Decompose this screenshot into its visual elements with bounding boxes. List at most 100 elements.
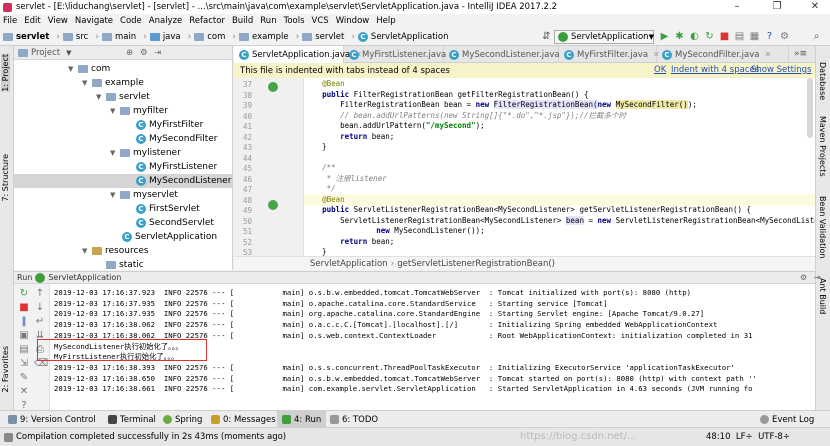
breadcrumb-servlet-pkg[interactable]: servlet — [302, 32, 344, 42]
debug-icon[interactable]: ✱ — [673, 30, 686, 44]
menu-analyze[interactable]: Analyze — [149, 16, 183, 26]
editor-breadcrumb-class[interactable]: ServletApplication — [310, 259, 388, 269]
breadcrumb-servlet[interactable]: servlet — [3, 32, 49, 42]
up-icon[interactable]: ↑ — [34, 288, 46, 300]
tool-tab-todo[interactable]: 6: TODO — [330, 411, 378, 428]
tree-node-myservlet[interactable]: ▼ myservlet — [110, 188, 178, 202]
run-config-tab[interactable]: ServletApplication — [48, 273, 121, 282]
bean-gutter-icon[interactable] — [268, 82, 278, 92]
tool-tab-favorites[interactable]: 2: Favorites — [1, 346, 10, 392]
close-button[interactable]: ✕ — [802, 0, 828, 14]
settings-icon[interactable]: ⚙ — [800, 273, 807, 282]
tool-tab-messages[interactable]: 0: Messages — [211, 411, 276, 428]
tool-tab-structure[interactable]: 7: Structure — [1, 154, 10, 202]
tool-tab-maven[interactable]: Maven Projects — [818, 116, 827, 177]
maximize-button[interactable]: ❐ — [764, 0, 790, 14]
run-icon[interactable]: ▶ — [658, 30, 671, 44]
close-icon[interactable]: ✕ — [18, 386, 30, 398]
down-icon[interactable]: ↓ — [34, 302, 46, 314]
sync-icon[interactable]: ⊕ — [126, 48, 133, 58]
coverage-icon[interactable]: ◐ — [688, 30, 701, 44]
tree-node-firstservlet[interactable]: C FirstServlet — [136, 202, 200, 216]
breadcrumb-class[interactable]: C ServletApplication — [357, 31, 449, 42]
breadcrumb-example[interactable]: example — [239, 32, 289, 42]
stop-icon[interactable]: ■ — [18, 302, 30, 314]
minimize-button[interactable]: – — [724, 0, 750, 14]
build-project-icon[interactable]: ⇵ — [540, 30, 553, 44]
search-icon[interactable]: ⌕ — [810, 30, 823, 44]
tab-myfirstlistener[interactable]: CMyFirstListener.java✕ — [344, 46, 458, 63]
tree-node-mylistener[interactable]: ▼ mylistener — [110, 146, 181, 160]
tree-node-secondservlet[interactable]: C SecondServlet — [136, 216, 214, 230]
tree-node-myfilter[interactable]: ▼ myfilter — [110, 104, 168, 118]
pin-icon[interactable]: ✎ — [18, 372, 30, 384]
banner-settings-link[interactable]: Show Settings — [751, 63, 812, 78]
tree-node-mysecondfilter[interactable]: C MySecondFilter — [136, 132, 218, 146]
close-tab-icon[interactable]: ✕ — [764, 50, 771, 59]
tree-node-resources[interactable]: ▼ resources — [82, 244, 149, 258]
menu-file[interactable]: File — [3, 16, 17, 26]
run-configuration-select[interactable]: ServletApplication ▼ — [554, 30, 654, 44]
tree-node-static[interactable]: static — [96, 258, 144, 272]
menu-code[interactable]: Code — [120, 16, 142, 26]
tool-tab-bean-validation[interactable]: Bean Validation — [818, 196, 827, 258]
stop-icon[interactable]: ■ — [718, 30, 731, 44]
tab-myfirstfilter[interactable]: C MyFirstFilter.java ✕ — [559, 46, 660, 63]
menu-view[interactable]: View — [48, 16, 68, 26]
banner-indent-link[interactable]: Indent with 4 spaces — [671, 63, 759, 78]
tab-servletapplication[interactable]: CServletApplication.java✕ — [234, 46, 362, 63]
editor-scrollbar[interactable] — [807, 78, 813, 138]
breadcrumb-main[interactable]: main — [101, 32, 136, 42]
soft-wrap-icon[interactable]: ↵ — [34, 316, 46, 328]
tree-node-servlet[interactable]: ▼ servlet — [96, 90, 150, 104]
tool-tab-terminal[interactable]: Terminal — [108, 411, 156, 428]
help-icon[interactable]: ? — [763, 30, 776, 44]
tree-node-example[interactable]: ▼ example — [82, 76, 144, 90]
layout-icon[interactable]: ▤ — [18, 344, 30, 356]
tool-tab-version-control[interactable]: 9: Version Control — [8, 411, 96, 428]
tool-tab-spring[interactable]: Spring — [163, 411, 202, 428]
tool-tab-event-log[interactable]: Event Log — [760, 411, 814, 428]
sdk-icon[interactable]: ▤ — [733, 30, 746, 44]
settings-icon[interactable]: ⚙ — [778, 30, 791, 44]
tool-tab-project[interactable]: 1: Project — [1, 54, 10, 92]
tree-node-myfirstfilter[interactable]: C MyFirstFilter — [136, 118, 203, 132]
tree-node-myfirstlistener[interactable]: C MyFirstListener — [136, 160, 217, 174]
breadcrumb-com[interactable]: com — [194, 32, 225, 42]
menu-build[interactable]: Build — [232, 16, 253, 26]
code-area[interactable]: @Bean public FilterRegistrationBean getF… — [304, 78, 815, 256]
pause-icon[interactable]: ‖ — [18, 316, 30, 328]
banner-ok-link[interactable]: OK — [654, 63, 666, 78]
editor-breadcrumb-method[interactable]: getServletListenerRegistrationBean() — [397, 259, 555, 269]
tool-tab-ant-build[interactable]: Ant Build — [818, 278, 827, 314]
status-caret-info[interactable]: 48:10 LF÷ UTF-8÷ — [706, 432, 790, 442]
tabs-overflow-button[interactable]: »≡ — [794, 49, 807, 59]
tool-tab-run[interactable]: 4: Run — [277, 411, 327, 428]
rerun-icon[interactable]: ↻ — [18, 288, 30, 300]
tree-node-servletapplication[interactable]: C ServletApplication — [122, 230, 217, 244]
status-toggle-icon[interactable] — [4, 432, 13, 442]
settings-icon[interactable]: ⚙ — [140, 48, 148, 58]
tool-tab-database[interactable]: Database — [818, 62, 827, 100]
menu-window[interactable]: Window — [336, 16, 370, 26]
tree-node-mysecondlistener[interactable]: C MySecondListener — [14, 174, 232, 188]
menu-navigate[interactable]: Navigate — [75, 16, 113, 26]
profile-icon[interactable]: ↻ — [703, 30, 716, 44]
menu-help[interactable]: Help — [376, 16, 395, 26]
tab-mysecondfilter[interactable]: C MySecondFilter.java ✕ — [657, 46, 789, 63]
breadcrumb-src[interactable]: src — [62, 32, 88, 42]
menu-run[interactable]: Run — [260, 16, 276, 26]
menu-tools[interactable]: Tools — [284, 16, 305, 26]
tree-node-com[interactable]: ▼ com — [68, 62, 110, 76]
tab-mysecondlistener[interactable]: CMySecondListener.java✕ — [444, 46, 571, 63]
dump-threads-icon[interactable]: ▣ — [18, 330, 30, 342]
breadcrumb-java[interactable]: java — [149, 32, 181, 42]
menu-vcs[interactable]: VCS — [312, 16, 329, 26]
hide-icon[interactable]: ⇥ — [814, 273, 821, 282]
project-structure-icon[interactable]: ▦ — [748, 30, 761, 44]
hide-icon[interactable]: ⇥ — [154, 48, 161, 58]
bean-gutter-icon[interactable] — [268, 200, 278, 210]
menu-edit[interactable]: Edit — [24, 16, 40, 26]
export-icon[interactable]: ⇲ — [18, 358, 30, 370]
menu-refactor[interactable]: Refactor — [189, 16, 225, 26]
